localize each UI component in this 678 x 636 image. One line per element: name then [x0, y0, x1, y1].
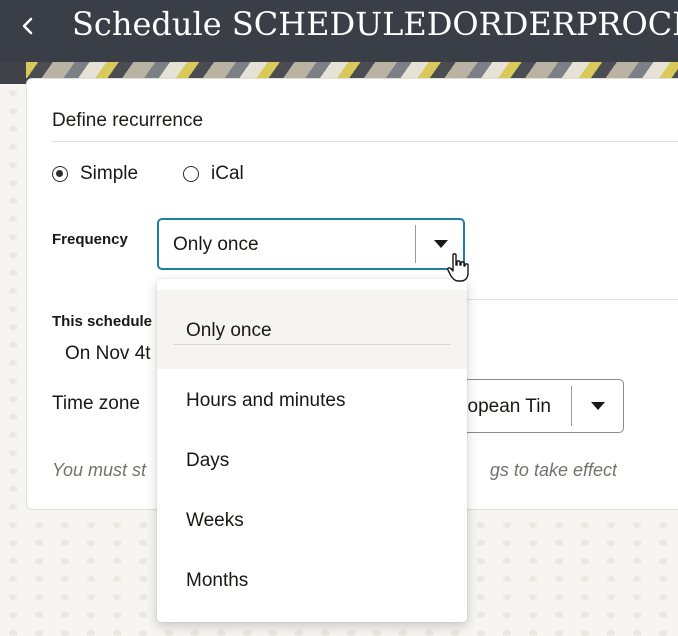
section-title: Define recurrence — [52, 110, 204, 131]
radio-simple[interactable]: Simple — [52, 162, 138, 186]
dropdown-option-label: Months — [186, 570, 249, 591]
radio-simple-label: Simple — [80, 163, 139, 184]
banner-pattern — [26, 62, 678, 78]
hint-text: You must st — [52, 460, 147, 480]
header-bar: Schedule SCHEDULEDORDERPROCESSING — [0, 0, 678, 62]
frequency-dropdown: Only once Hours and minutes Days Weeks M… — [157, 279, 467, 622]
radio-ical[interactable]: iCal — [183, 162, 244, 186]
divider — [465, 299, 678, 300]
chevron-left-icon[interactable] — [16, 14, 40, 38]
frequency-select[interactable]: Only once — [157, 218, 465, 270]
dropdown-option[interactable]: Hours and minutes — [157, 375, 467, 423]
dropdown-option[interactable]: Days — [157, 435, 467, 483]
schedule-label: This schedule — [52, 313, 153, 330]
page-title: Schedule SCHEDULEDORDERPROCESSING — [72, 5, 678, 43]
dropdown-option-label: Only once — [186, 320, 272, 341]
caret-down-icon[interactable] — [434, 240, 448, 248]
dropdown-option[interactable]: Weeks — [157, 495, 467, 543]
hint-text-end-content: gs to take effect — [489, 460, 617, 480]
select-separator — [571, 386, 572, 426]
select-separator — [415, 225, 416, 263]
dropdown-option[interactable]: Only once — [157, 290, 467, 369]
timezone-label: Time zone — [52, 393, 140, 414]
radio-circle[interactable] — [183, 166, 199, 182]
dropdown-option-label: Weeks — [186, 510, 244, 531]
radio-ical-label: iCal — [211, 163, 244, 184]
schedule-value: On Nov 4t — [65, 343, 151, 364]
frequency-select-value: Only once — [173, 234, 259, 255]
divider — [52, 141, 678, 142]
hint-text-end: gs to take effect — [467, 460, 617, 481]
dropdown-option[interactable]: Months — [157, 555, 467, 603]
frequency-label: Frequency — [52, 231, 128, 248]
dropdown-option-label: Days — [186, 450, 230, 471]
dropdown-option-label: Hours and minutes — [186, 390, 346, 411]
dropdown-divider — [173, 344, 451, 345]
timezone-select[interactable]: opean Tin — [440, 379, 624, 433]
hand-cursor-icon — [447, 253, 469, 282]
radio-circle-checked[interactable] — [52, 166, 68, 182]
caret-down-icon[interactable] — [591, 402, 605, 410]
